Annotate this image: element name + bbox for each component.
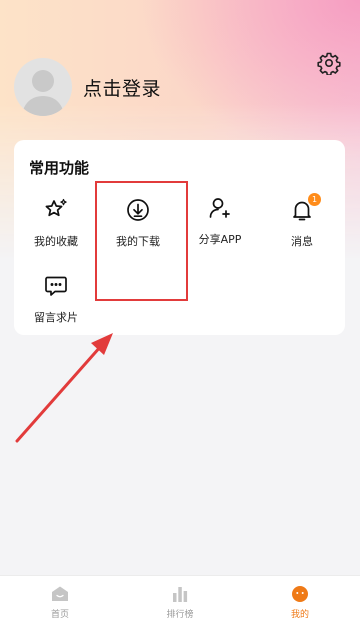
home-icon (52, 586, 68, 601)
tab-home[interactable]: 首页 (0, 576, 120, 623)
tab-label: 排行榜 (166, 610, 194, 620)
request-movie-label: 留言求片 (34, 311, 78, 324)
favorites-label: 我的收藏 (34, 235, 78, 248)
settings-button[interactable] (317, 51, 341, 76)
share-app-button[interactable]: 分享APP (182, 195, 258, 247)
bottom-tab-bar: 首页 排行榜 我的 (0, 575, 360, 623)
profile-login-area[interactable]: 点击登录 (14, 58, 161, 116)
avatar[interactable] (14, 58, 72, 116)
tab-label: 首页 (50, 610, 69, 620)
notification-badge: 1 (308, 193, 321, 206)
messages-label: 消息 (291, 235, 313, 248)
share-app-label: 分享APP (198, 233, 242, 246)
section-title: 常用功能 (29, 159, 90, 177)
add-user-icon (209, 198, 230, 218)
login-link[interactable]: 点击登录 (83, 74, 161, 101)
message-icon (45, 276, 67, 296)
tab-mine[interactable]: 我的 (240, 576, 360, 623)
highlight-box (95, 181, 188, 301)
request-movie-button[interactable]: 留言求片 (18, 273, 94, 325)
profile-face-icon (292, 586, 308, 602)
star-sparkle-icon (45, 198, 67, 217)
chart-bar-icon (173, 587, 188, 602)
gear-icon (317, 52, 341, 76)
messages-button[interactable]: 1 消息 (264, 193, 340, 249)
favorites-button[interactable]: 我的收藏 (18, 197, 94, 249)
tab-label: 我的 (290, 610, 309, 620)
tab-rankings[interactable]: 排行榜 (120, 576, 240, 623)
